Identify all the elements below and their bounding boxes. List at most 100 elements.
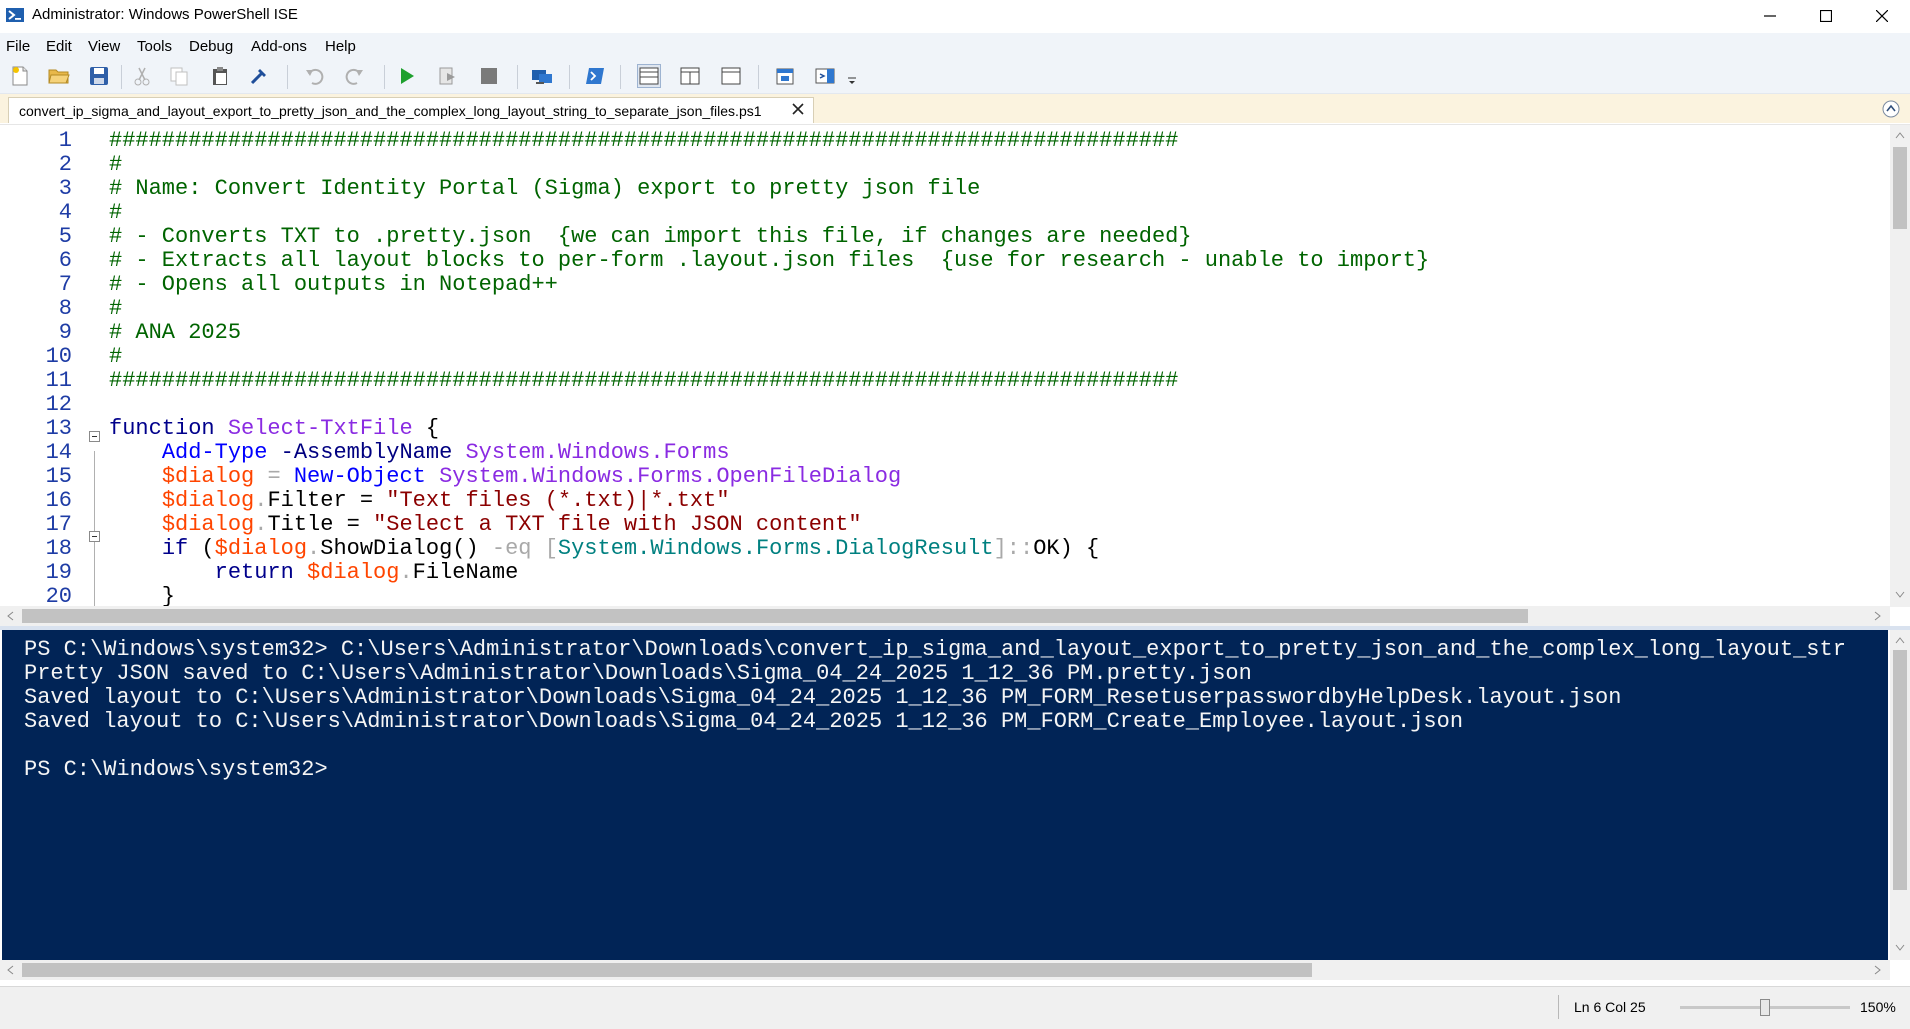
menu-view[interactable]: View (88, 38, 120, 55)
code-line[interactable]: ########################################… (109, 129, 1178, 153)
code-token: [ (544, 536, 558, 561)
code-line[interactable]: # - Converts TXT to .pretty.json {we can… (109, 225, 1192, 249)
fold-toggle-function[interactable] (89, 431, 100, 442)
code-line[interactable]: $dialog.Title = "Select a TXT file with … (109, 513, 862, 537)
show-command-window-button[interactable] (773, 64, 797, 88)
scroll-up-icon[interactable] (1895, 636, 1905, 644)
code-token: -eq (491, 536, 532, 561)
console-pane[interactable]: PS C:\Windows\system32> C:\Users\Adminis… (2, 630, 1888, 960)
show-command-window-icon (776, 68, 794, 85)
menu-bar: File Edit View Tools Debug Add-ons Help (0, 33, 1910, 59)
code-line[interactable]: return $dialog.FileName (109, 560, 519, 585)
close-window-button[interactable] (1854, 0, 1910, 32)
scroll-right-icon[interactable] (1874, 611, 1882, 621)
editor-horizontal-scroll-thumb[interactable] (22, 609, 1528, 623)
line-number: 2 (58, 152, 72, 177)
scroll-down-icon[interactable] (1895, 591, 1905, 599)
code-line[interactable]: # (109, 153, 122, 177)
scroll-left-icon[interactable] (6, 965, 14, 975)
fold-toggle-if[interactable] (89, 531, 100, 542)
line-number: 19 (45, 560, 72, 585)
cursor-position: Ln 6 Col 25 (1574, 999, 1646, 1015)
code-line[interactable]: # ANA 2025 (109, 321, 241, 345)
undo-button[interactable] (302, 64, 326, 88)
line-number: 17 (45, 512, 72, 537)
code-line[interactable]: # - Opens all outputs in Notepad++ (109, 273, 558, 297)
console-line: PS C:\Windows\system32> C:\Users\Adminis… (24, 637, 1846, 662)
code-token: System.Windows.Forms.DialogResult (557, 536, 994, 561)
remote-powershell-button[interactable] (530, 64, 554, 88)
code-line[interactable]: function Select-TxtFile { (109, 417, 439, 441)
console-horizontal-scrollbar[interactable] (0, 960, 1890, 980)
customize-toolbar-button[interactable] (846, 73, 858, 89)
menu-add-ons[interactable]: Add-ons (251, 38, 307, 55)
console-horizontal-scroll-thumb[interactable] (22, 963, 1312, 977)
minimize-button[interactable] (1742, 0, 1798, 32)
show-script-max-button[interactable] (719, 64, 743, 88)
console-vertical-scroll-thumb[interactable] (1893, 650, 1907, 890)
close-tab-icon[interactable] (791, 102, 805, 116)
code-line[interactable]: # (109, 345, 122, 369)
scroll-down-icon[interactable] (1895, 944, 1905, 952)
show-script-top-button[interactable] (637, 64, 661, 88)
code-line[interactable]: $dialog.Filter = "Text files (*.txt)|*.t… (109, 489, 730, 513)
line-number: 3 (58, 176, 72, 201)
code-line[interactable]: Add-Type -AssemblyName System.Windows.Fo… (109, 441, 730, 465)
run-selection-button[interactable] (436, 64, 460, 88)
code-line[interactable]: } (109, 585, 175, 608)
show-command-addon-button[interactable] (814, 64, 838, 88)
code-line[interactable]: # Name: Convert Identity Portal (Sigma) … (109, 177, 980, 201)
status-divider (1558, 995, 1559, 1019)
editor-horizontal-scrollbar[interactable] (0, 606, 1890, 626)
copy-button[interactable] (167, 64, 191, 88)
run-script-button[interactable] (395, 64, 419, 88)
code-line[interactable]: ########################################… (109, 369, 1178, 393)
show-script-right-button[interactable] (678, 64, 702, 88)
zoom-slider-thumb[interactable] (1760, 999, 1770, 1016)
code-line[interactable]: # (109, 201, 122, 225)
code-line[interactable]: # - Extracts all layout blocks to per-fo… (109, 249, 1429, 273)
editor-vertical-scrollbar[interactable] (1890, 125, 1910, 607)
redo-button[interactable] (343, 64, 367, 88)
collapse-script-pane-icon[interactable] (1882, 100, 1900, 118)
show-script-max-icon (721, 67, 741, 85)
open-script-button[interactable] (47, 64, 71, 88)
menu-help[interactable]: Help (325, 38, 356, 55)
paste-button[interactable] (208, 64, 232, 88)
editor-vertical-scroll-thumb[interactable] (1893, 147, 1907, 229)
scroll-right-icon[interactable] (1874, 965, 1882, 975)
line-number: 18 (45, 536, 72, 561)
code-token: New-Object (293, 464, 426, 489)
code-token: # (109, 296, 123, 321)
tab-script-file[interactable]: convert_ip_sigma_and_layout_export_to_pr… (8, 97, 814, 123)
maximize-button[interactable] (1798, 0, 1854, 32)
console-vertical-scrollbar[interactable] (1890, 630, 1910, 960)
code-token: $dialog (161, 488, 255, 513)
scroll-up-icon[interactable] (1895, 131, 1905, 139)
script-editor[interactable]: 1 #######################################… (0, 124, 1910, 607)
clear-console-button[interactable] (247, 64, 271, 88)
menu-file[interactable]: File (6, 38, 30, 55)
status-bar: Ln 6 Col 25 150% (0, 986, 1910, 1029)
toolbar-separator (620, 65, 621, 89)
tab-label: convert_ip_sigma_and_layout_export_to_pr… (19, 103, 762, 119)
code-line[interactable]: $dialog = New-Object System.Windows.Form… (109, 465, 901, 489)
line-number: 6 (58, 248, 72, 273)
save-script-button[interactable] (87, 64, 111, 88)
scroll-left-icon[interactable] (6, 611, 14, 621)
new-script-button[interactable] (8, 64, 32, 88)
line-number: 5 (58, 224, 72, 249)
stop-button[interactable] (477, 64, 501, 88)
powershell-console-button[interactable] (583, 64, 607, 88)
menu-debug[interactable]: Debug (189, 38, 233, 55)
menu-edit[interactable]: Edit (46, 38, 72, 55)
code-token: # (109, 200, 123, 225)
code-line[interactable]: if ($dialog.ShowDialog() -eq [System.Win… (109, 537, 1099, 561)
code-line[interactable]: # (109, 297, 122, 321)
menu-tools[interactable]: Tools (137, 38, 172, 55)
cut-button[interactable] (130, 64, 154, 88)
